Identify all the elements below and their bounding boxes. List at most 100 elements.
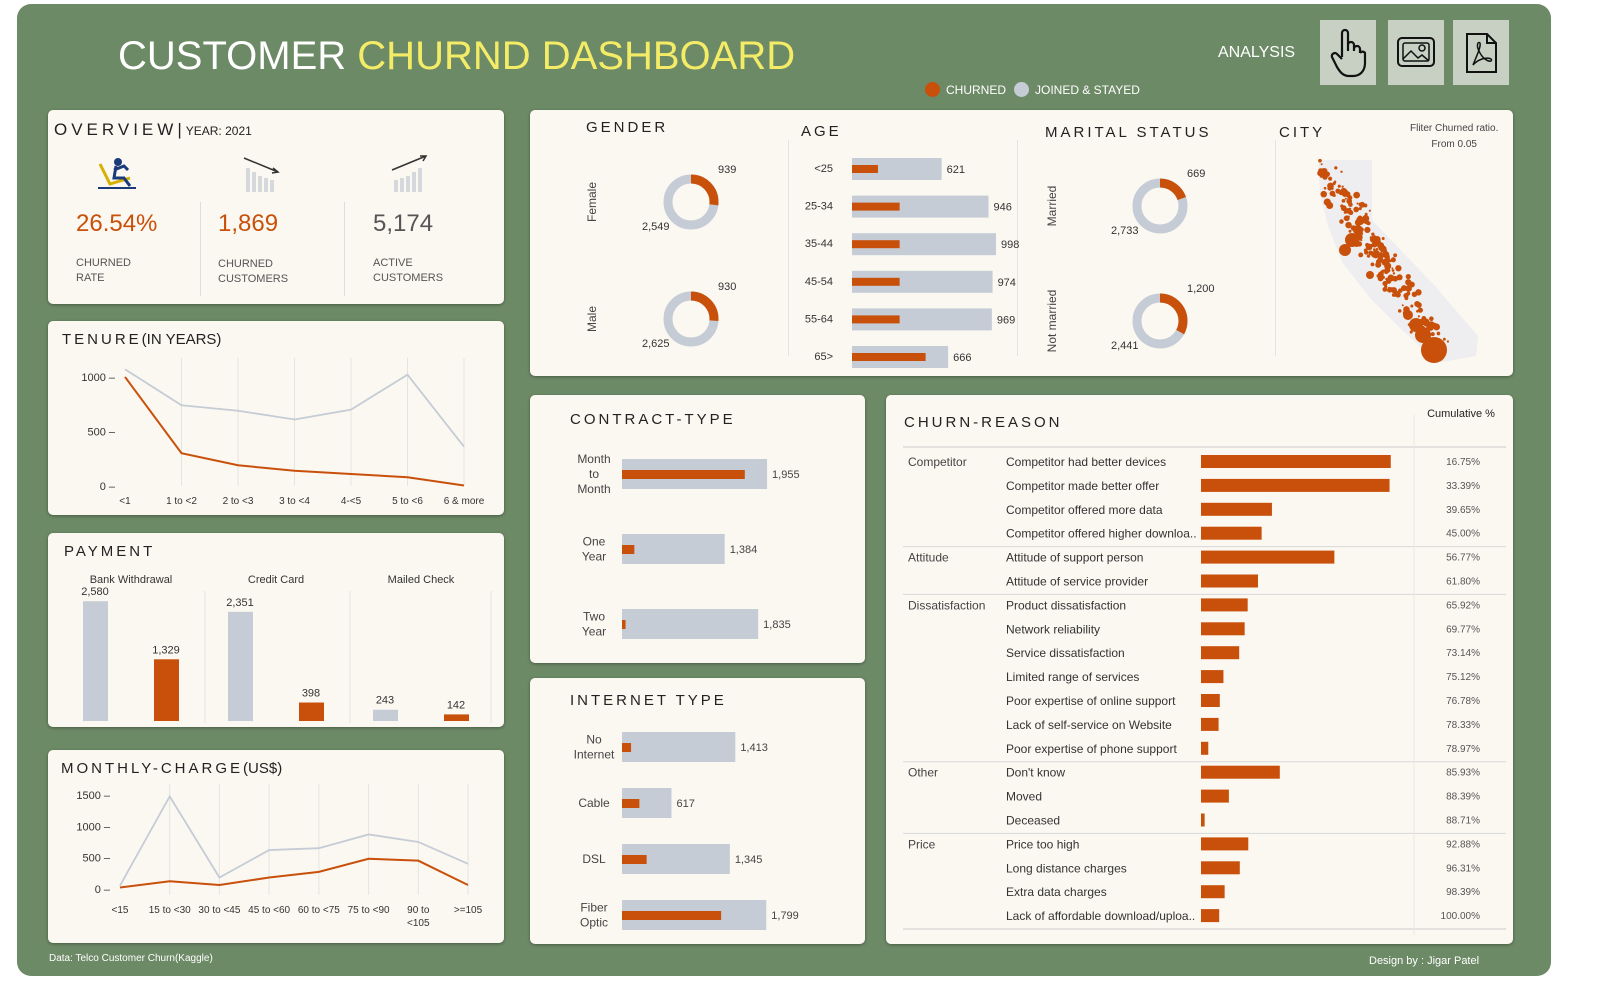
city-dot — [1432, 322, 1437, 328]
city-dot — [1436, 331, 1441, 336]
donut-stayed-label: 2,733 — [1111, 225, 1139, 237]
payment-bar-chart: Bank Withdrawal2,580 1,329 Credit Card 2,35… — [81, 574, 492, 723]
bar-churned — [622, 545, 635, 554]
payment-bar-stayed — [228, 611, 253, 721]
city-dot — [1392, 272, 1396, 275]
category-label: Fiber — [580, 901, 607, 915]
donut-churned-label: 1,200 — [1187, 283, 1215, 295]
cumulative-value: 96.31% — [1446, 863, 1480, 874]
reason-label: Competitor offered more data — [1006, 503, 1163, 517]
reason-bar — [1201, 622, 1245, 636]
donut-churned-label: 939 — [718, 164, 736, 176]
payment-bar-label: 142 — [447, 699, 465, 711]
city-dot — [1417, 307, 1423, 313]
reason-category-label: Other — [908, 766, 938, 780]
reason-bar — [1201, 813, 1205, 827]
age-bar-churned — [852, 315, 900, 324]
city-dot — [1382, 280, 1388, 287]
payment-card: PAYMENT Bank Withdrawal 2,580 1,329 Credit … — [48, 533, 504, 727]
x-tick-label: <15 — [112, 905, 129, 916]
cumulative-value: 88.39% — [1446, 792, 1480, 803]
dashboard: CUSTOMER CHURND DASHBOARD ANALYSIS CHURN… — [17, 4, 1551, 976]
category-label: Cable — [578, 796, 610, 810]
reason-bar — [1201, 837, 1249, 851]
y-tick-label: 0 – — [100, 481, 116, 493]
category-label: Two — [583, 610, 605, 624]
y-tick-label: 500 – — [87, 426, 115, 438]
kpi-active-customers-label: ACTIVE CUSTOMERS — [373, 257, 444, 284]
city-dot — [1410, 304, 1414, 308]
city-dot — [1341, 185, 1344, 188]
cumulative-value: 56.77% — [1446, 553, 1480, 564]
bar-churned — [622, 855, 647, 864]
hand-pointer-icon[interactable] — [1320, 20, 1376, 85]
city-dot — [1401, 304, 1404, 307]
city-dot — [1416, 302, 1422, 308]
kpi-churn-rate-value: 26.54% — [76, 210, 158, 237]
reason-label: Limited range of services — [1006, 670, 1139, 684]
bar-churned — [622, 470, 745, 479]
bar-value-label: 1,345 — [735, 854, 763, 866]
reason-bar — [1201, 909, 1220, 923]
city-dot — [1353, 206, 1360, 213]
age-label: 55-64 — [805, 313, 833, 325]
city-dot — [1405, 274, 1411, 280]
pdf-icon[interactable] — [1453, 20, 1509, 85]
city-dot — [1344, 208, 1351, 214]
category-label: Year — [582, 550, 606, 564]
reason-label: Competitor offered higher downloa.. — [1006, 527, 1197, 541]
payment-bar-churned — [154, 659, 179, 721]
city-dot — [1430, 332, 1435, 337]
donut-category-label: Married — [1045, 186, 1059, 227]
reason-category-label: Competitor — [908, 455, 967, 469]
payment-bar-churned — [444, 714, 469, 721]
city-dot — [1345, 221, 1352, 229]
cumulative-value: 76.78% — [1446, 696, 1480, 707]
kpi-churned-customers-label: CHURNED CUSTOMERS — [218, 258, 289, 285]
bar-churned — [622, 799, 640, 808]
city-dot — [1421, 337, 1447, 363]
reason-label: Network reliability — [1006, 622, 1100, 636]
city-dot — [1364, 226, 1371, 234]
city-dot — [1348, 229, 1352, 233]
city-dot — [1387, 286, 1392, 291]
donut-stayed-label: 2,549 — [642, 221, 670, 233]
reason-label: Don't know — [1006, 766, 1065, 780]
age-label: 65> — [814, 351, 833, 363]
city-dot — [1375, 239, 1381, 246]
internet-card: INTERNET TYPE No Internet 1,413 Cable 617 DSL… — [530, 678, 865, 944]
reason-category-label: Dissatisfaction — [908, 598, 985, 612]
reason-bar — [1201, 789, 1229, 803]
payment-bar-stayed — [83, 601, 108, 721]
series-line-stayed — [119, 794, 469, 887]
demographics-charts: 939 2,549 Female 930 2,625 Male 669 2,733 Marrie… — [585, 158, 1478, 368]
city-dot — [1358, 252, 1364, 258]
donut-churned-label: 930 — [718, 281, 736, 293]
donut-stayed-label: 2,625 — [642, 338, 670, 350]
city-dot — [1329, 192, 1333, 196]
title-white: CUSTOMER — [118, 34, 347, 78]
city-dot — [1363, 248, 1368, 253]
dashboard-title: CUSTOMER CHURND DASHBOARD — [118, 34, 795, 79]
reason-bar — [1201, 574, 1258, 588]
city-dot — [1353, 191, 1360, 199]
city-dot — [1368, 209, 1371, 212]
kpi-churn-rate-label: CHURNED RATE — [76, 257, 131, 284]
internet-bar-chart: NoInternet 1,413 Cable 617 DSL 1,345 FiberOpti… — [574, 732, 799, 930]
city-dot — [1417, 315, 1421, 318]
city-dot — [1353, 225, 1363, 235]
overview-title: OVERVIEW|YEAR: 2021 — [54, 120, 252, 139]
monthly-card: MONTHLY-CHARGE(US$) <15 15 to <30 30 to <4… — [48, 750, 504, 943]
header-legend: CHURNED JOINED & STAYED — [925, 82, 1140, 97]
cumulative-value: 100.00% — [1441, 911, 1481, 922]
city-dot — [1339, 219, 1344, 224]
monthly-line-chart: <15 15 to <30 30 to <45 45 to <60 60 to <75 7… — [76, 784, 483, 929]
bar-value-label: 617 — [676, 798, 694, 810]
overview-year: YEAR: 2021 — [185, 124, 252, 138]
image-icon[interactable] — [1388, 20, 1444, 85]
legend-churned-label: CHURNED — [946, 82, 1006, 97]
city-dot — [1385, 277, 1389, 281]
person-falling-icon — [98, 158, 136, 189]
reason-label: Deceased — [1006, 814, 1060, 828]
cumulative-value: 92.88% — [1446, 839, 1480, 850]
